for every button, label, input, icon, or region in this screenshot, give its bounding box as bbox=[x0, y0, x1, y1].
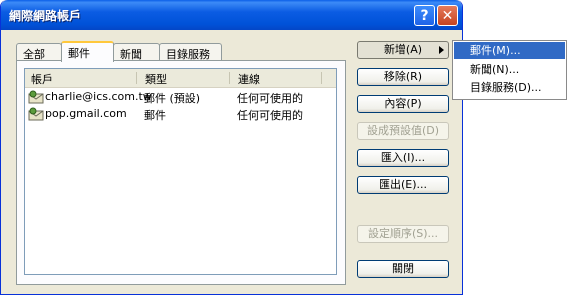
menu-item-mail[interactable]: 郵件(M)... bbox=[454, 42, 565, 59]
mail-account-icon bbox=[28, 107, 44, 121]
properties-button[interactable]: 內容(P) bbox=[357, 95, 449, 113]
column-divider[interactable] bbox=[136, 72, 137, 84]
account-connection: 任何可使用的 bbox=[237, 92, 303, 105]
help-button[interactable]: ? bbox=[414, 5, 435, 26]
help-icon: ? bbox=[420, 7, 429, 24]
set-default-button[interactable]: 設成預設值(D) bbox=[357, 122, 449, 140]
column-header-type[interactable]: 類型 bbox=[145, 71, 167, 87]
import-button[interactable]: 匯入(I)... bbox=[357, 149, 449, 167]
internet-accounts-dialog: 網際網路帳戶 ? ✕ 全部 郵件 新聞 目錄服務 帳戶 類型 連線 charli… bbox=[0, 0, 463, 295]
add-button[interactable]: 新增(A) bbox=[357, 41, 449, 59]
export-button[interactable]: 匯出(E)... bbox=[357, 176, 449, 194]
column-divider[interactable] bbox=[229, 72, 230, 84]
accounts-list[interactable]: 帳戶 類型 連線 charlie@ics.com.tw 郵件 (預設) 任何可使… bbox=[24, 68, 337, 275]
account-name: pop.gmail.com bbox=[45, 107, 127, 120]
menu-item-directory-service[interactable]: 目錄服務(D)... bbox=[454, 79, 565, 96]
list-item[interactable]: charlie@ics.com.tw 郵件 (預設) 任何可使用的 bbox=[25, 89, 336, 105]
column-header-account[interactable]: 帳戶 bbox=[31, 71, 53, 87]
list-header: 帳戶 類型 連線 bbox=[25, 69, 336, 88]
mail-account-icon bbox=[28, 90, 44, 104]
title-bar[interactable]: 網際網路帳戶 ? ✕ bbox=[1, 0, 462, 30]
triangle-right-icon bbox=[439, 46, 444, 54]
tab-directory-service[interactable]: 目錄服務 bbox=[159, 43, 222, 61]
remove-button[interactable]: 移除(R) bbox=[357, 68, 449, 86]
close-icon: ✕ bbox=[441, 7, 454, 24]
account-type: 郵件 (預設) bbox=[144, 92, 201, 105]
list-item[interactable]: pop.gmail.com 郵件 任何可使用的 bbox=[25, 106, 336, 122]
tab-news[interactable]: 新聞 bbox=[113, 43, 160, 61]
set-order-button[interactable]: 設定順序(S)... bbox=[357, 225, 449, 243]
account-name: charlie@ics.com.tw bbox=[45, 90, 152, 103]
column-header-connection[interactable]: 連線 bbox=[238, 71, 260, 87]
account-connection: 任何可使用的 bbox=[237, 109, 303, 122]
add-dropdown-menu: 郵件(M)... 新聞(N)... 目錄服務(D)... bbox=[452, 40, 567, 100]
tab-all[interactable]: 全部 bbox=[16, 43, 62, 61]
window-title: 網際網路帳戶 bbox=[9, 9, 82, 23]
menu-item-news[interactable]: 新聞(N)... bbox=[454, 61, 565, 78]
column-divider[interactable] bbox=[321, 72, 322, 84]
close-button[interactable]: 關閉 bbox=[357, 260, 449, 278]
account-type: 郵件 bbox=[144, 109, 166, 122]
add-button-label: 新增(A) bbox=[383, 43, 423, 56]
close-window-button[interactable]: ✕ bbox=[437, 5, 458, 26]
tab-mail[interactable]: 郵件 bbox=[61, 41, 114, 62]
